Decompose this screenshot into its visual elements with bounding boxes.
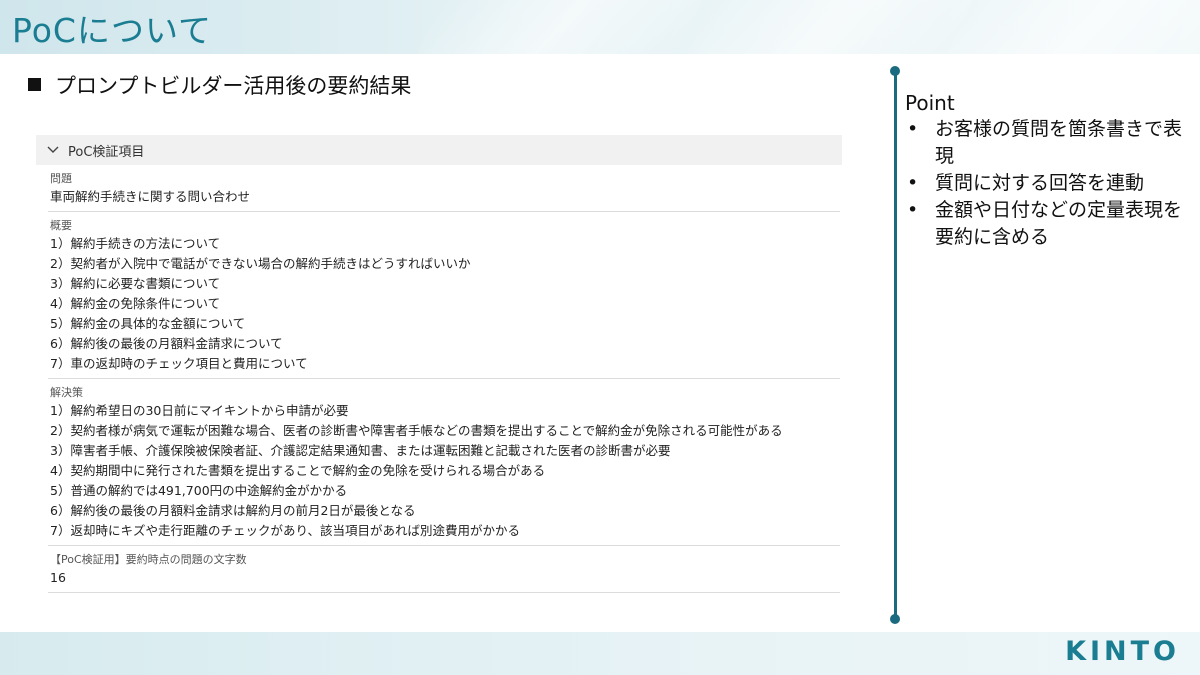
chevron-down-icon (47, 146, 59, 153)
solution-item: 4）契約期間中に発行された書類を提出することで解約金の免除を受けられる場合がある (50, 463, 546, 478)
problem-label: 問題 (50, 172, 72, 185)
footer-band (0, 632, 1200, 675)
point-title: Point (905, 91, 955, 115)
summary-item: 1）解約手続きの方法について (50, 236, 221, 251)
char-count-label: 【PoC検証用】要約時点の問題の文字数 (50, 553, 247, 566)
summary-item: 5）解約金の具体的な金額について (50, 316, 246, 331)
summary-field: 概要 1）解約手続きの方法について 2）契約者が入院中で電話ができない場合の解約… (48, 212, 840, 379)
panel-title: PoC検証項目 (68, 144, 145, 160)
header-decoration (687, 0, 973, 54)
header-decoration (417, 0, 703, 54)
header-decoration (947, 0, 1200, 54)
section-heading-text: プロンプトビルダー活用後の要約結果 (55, 74, 412, 98)
panel-header-toggle[interactable]: PoC検証項目 (36, 135, 842, 165)
point-item: 金額や日付などの定量表現を要約に含める (905, 197, 1195, 251)
solution-item: 3）障害者手帳、介護保険被保険者証、介護認定結果通知書、または運転困難と記載され… (50, 443, 671, 458)
vertical-divider (894, 71, 897, 621)
char-count-value: 16 (50, 570, 66, 585)
slide-title: PoCについて (12, 11, 212, 50)
solution-item: 1）解約希望日の30日前にマイキントから申請が必要 (50, 403, 349, 418)
kinto-logo: KINTO (1065, 636, 1180, 667)
summary-item: 7）車の返却時のチェック項目と費用について (50, 356, 308, 371)
square-bullet-icon (28, 78, 41, 91)
solution-item: 5）普通の解約では491,700円の中途解約金がかかる (50, 483, 348, 498)
point-item: 質問に対する回答を連動 (905, 170, 1195, 197)
summary-item: 3）解約に必要な書類について (50, 276, 221, 291)
solution-item: 6）解約後の最後の月額料金請求は解約月の前月2日が最後となる (50, 503, 416, 518)
solution-item: 2）契約者様が病気で運転が困難な場合、医者の診断書や障害者手帳などの書類を提出す… (50, 423, 783, 438)
problem-value: 車両解約手続きに関する問い合わせ (50, 189, 251, 204)
solution-field: 解決策 1）解約希望日の30日前にマイキントから申請が必要 2）契約者様が病気で… (48, 379, 840, 546)
problem-field: 問題 車両解約手続きに関する問い合わせ (48, 165, 840, 212)
summary-item: 4）解約金の免除条件について (50, 296, 221, 311)
summary-label: 概要 (50, 219, 72, 232)
solution-label: 解決策 (50, 386, 83, 399)
section-heading: プロンプトビルダー活用後の要約結果 (28, 70, 411, 100)
point-item: お客様の質問を箇条書きで表現 (905, 116, 1195, 170)
divider-top-dot (890, 66, 900, 76)
point-list: お客様の質問を箇条書きで表現 質問に対する回答を連動 金額や日付などの定量表現を… (905, 116, 1195, 251)
summary-item: 6）解約後の最後の月額料金請求について (50, 336, 283, 351)
char-count-field: 【PoC検証用】要約時点の問題の文字数 16 (48, 546, 840, 593)
divider-bottom-dot (890, 614, 900, 624)
solution-item: 7）返却時にキズや走行距離のチェックがあり、該当項目があれば別途費用がかかる (50, 523, 520, 538)
summary-item: 2）契約者が入院中で電話ができない場合の解約手続きはどうすればいいか (50, 256, 471, 271)
point-box: Point お客様の質問を箇条書きで表現 質問に対する回答を連動 金額や日付など… (905, 90, 1195, 251)
poc-panel: PoC検証項目 問題 車両解約手続きに関する問い合わせ 概要 1）解約手続きの方… (36, 135, 842, 593)
